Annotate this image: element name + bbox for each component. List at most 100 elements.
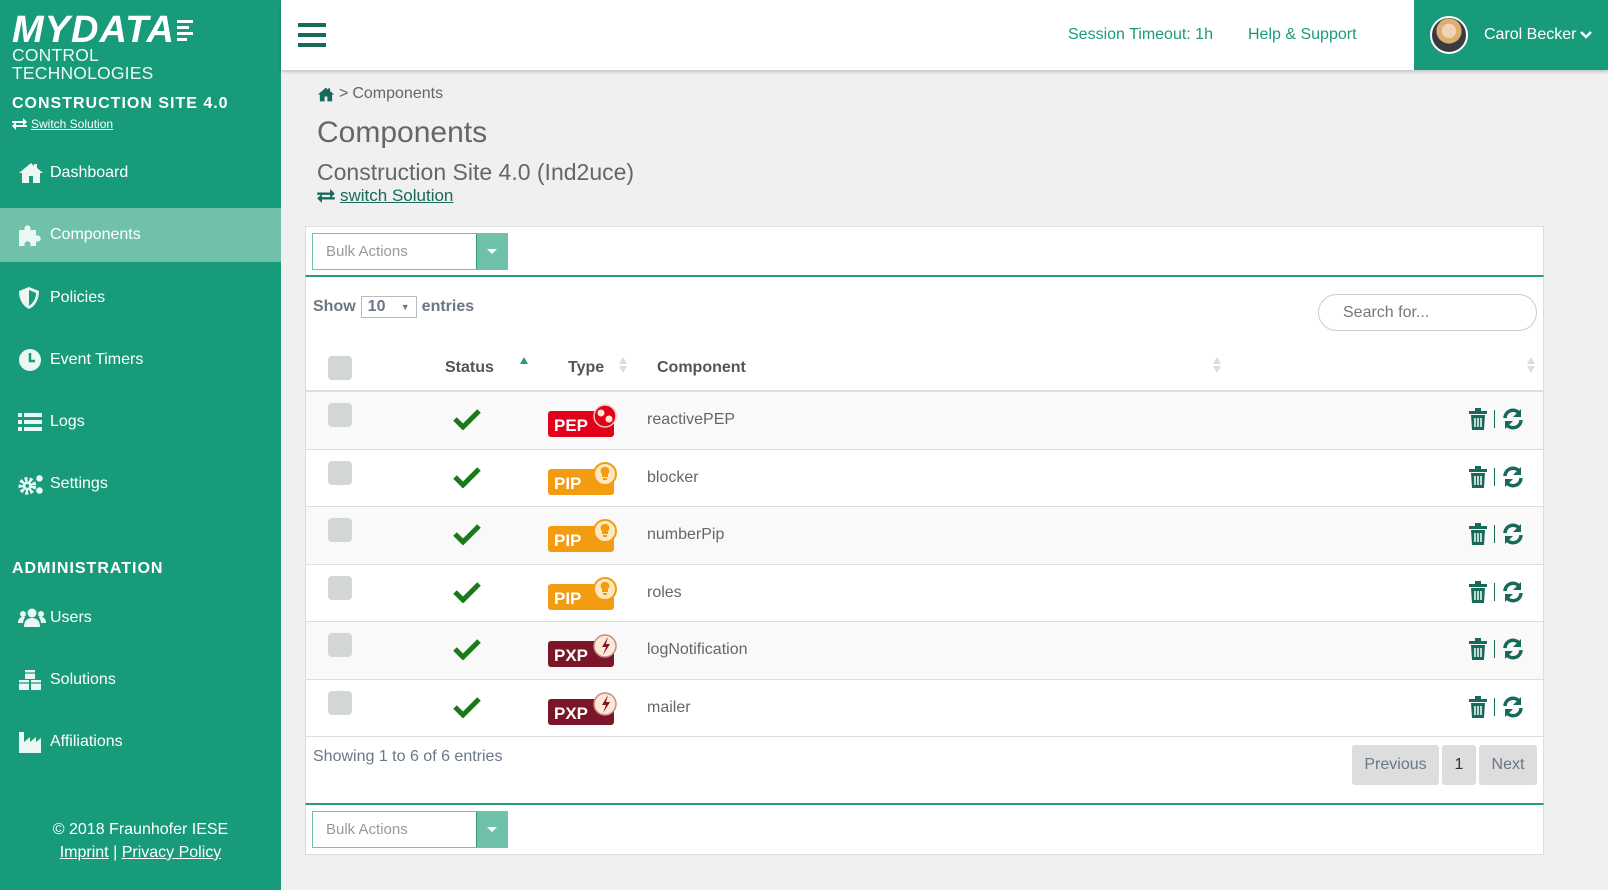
bulk-actions-panel-bottom: Bulk Actions [305,803,1544,855]
component-name[interactable]: roles [647,584,682,602]
sidebar-item-users[interactable]: Users [0,591,281,645]
sidebar-item-affiliations[interactable]: Affiliations [0,715,281,769]
component-name[interactable]: mailer [647,699,691,717]
switch-solution-main-link[interactable]: switch Solution [317,186,453,206]
row-checkbox[interactable] [328,518,352,542]
breadcrumb-current: Components [352,85,444,102]
top-header: Session Timeout: 1h Help & Support Carol… [281,0,1608,70]
table-row: PIP numberPip [306,507,1543,565]
menu-toggle-button[interactable] [298,23,326,47]
type-label: PEP [554,416,588,435]
column-header-type[interactable]: Type [568,359,604,377]
imprint-link[interactable]: Imprint [60,844,109,861]
puzzle-icon [18,223,46,247]
row-checkbox[interactable] [328,460,352,485]
help-support-link[interactable]: Help & Support [1248,26,1357,44]
privacy-policy-link[interactable]: Privacy Policy [122,844,222,861]
exchange-icon [12,118,27,130]
component-name[interactable]: logNotification [647,641,748,659]
sidebar-item-policies[interactable]: Policies [0,271,281,325]
page-1-button[interactable]: 1 [1442,745,1476,785]
trash-icon[interactable] [1468,695,1488,718]
gears-icon [18,472,46,496]
type-label: PIP [554,531,581,550]
shield-icon [18,286,46,310]
bulk-actions-select[interactable]: Bulk Actions [312,233,508,270]
list-icon [18,410,46,434]
column-header-component[interactable]: Component [657,359,746,377]
industry-icon [18,730,46,754]
next-page-button[interactable]: Next [1479,745,1537,785]
sort-icon[interactable] [1527,357,1535,373]
row-checkbox[interactable] [328,690,352,715]
component-name[interactable]: numberPip [647,526,724,544]
caret-down-icon[interactable] [476,812,507,847]
select-all-checkbox[interactable] [328,356,352,380]
search-input[interactable] [1318,294,1537,331]
type-label: PIP [554,589,581,608]
type-badge-pip-icon: PIP [548,519,617,552]
column-header-status[interactable]: Status [445,359,494,377]
sidebar-item-components[interactable]: Components [0,208,281,262]
trash-icon[interactable] [1468,638,1488,660]
refresh-icon[interactable] [1501,523,1525,545]
logo-stripes [176,19,193,41]
check-icon [453,639,481,660]
type-label: PXP [554,646,588,665]
sort-icon[interactable] [1213,357,1221,373]
refresh-icon[interactable] [1501,581,1525,603]
trash-icon[interactable] [1468,523,1488,545]
previous-page-button[interactable]: Previous [1352,745,1439,785]
logo[interactable]: MYDATA CONTROL TECHNOLOGIES [12,11,242,83]
trash-icon[interactable] [1468,580,1488,603]
sidebar-item-logs[interactable]: Logs [0,395,281,449]
sidebar-item-event-timers[interactable]: Event Timers [0,333,281,387]
sidebar-item-label: Solutions [50,671,116,688]
page-size-value: 10 [367,298,386,315]
type-badge-pep-icon: PEP [548,404,617,437]
table-row: PXP logNotification [306,622,1543,680]
refresh-icon[interactable] [1501,696,1525,718]
refresh-icon[interactable] [1501,638,1525,660]
component-name[interactable]: blocker [647,469,699,487]
bulk-actions-select[interactable]: Bulk Actions [312,811,508,848]
trash-icon[interactable] [1468,408,1488,430]
action-separator [1494,525,1495,543]
row-actions [1468,523,1525,545]
page-size-select[interactable]: 10 ▼ [360,296,417,318]
cubes-icon [18,668,46,692]
row-checkbox[interactable] [328,633,352,657]
trash-icon[interactable] [1468,465,1488,488]
users-icon [18,606,46,630]
table-row: PIP blocker [306,450,1543,507]
refresh-icon[interactable] [1501,408,1525,430]
sidebar-item-label: Dashboard [50,164,129,181]
refresh-icon[interactable] [1501,466,1525,488]
component-name[interactable]: reactivePEP [647,411,735,429]
table-row: PEP reactivePEP [306,392,1543,450]
row-checkbox[interactable] [328,575,352,600]
sidebar: MYDATA CONTROL TECHNOLOGIES CONSTRUCTION… [0,0,281,890]
action-separator [1494,640,1495,658]
user-menu[interactable]: Carol Becker [1414,0,1608,70]
sort-asc-icon[interactable] [520,357,528,373]
type-label: PXP [554,704,588,723]
home-icon[interactable] [317,87,335,102]
sidebar-item-settings[interactable]: Settings [0,457,281,511]
sidebar-item-label: Event Timers [50,351,144,368]
bulk-actions-label: Bulk Actions [326,821,408,838]
row-actions [1468,408,1525,430]
sidebar-item-dashboard[interactable]: Dashboard [0,146,281,200]
switch-solution-link[interactable]: Switch Solution [12,117,113,131]
logo-subtext: CONTROL TECHNOLOGIES [12,45,154,83]
row-checkbox[interactable] [328,403,352,427]
caret-down-icon[interactable] [476,234,507,269]
type-badge-pxp-icon: PXP [548,634,617,667]
row-actions [1468,465,1525,488]
row-actions [1468,695,1525,718]
copyright: © 2018 Fraunhofer IESE [52,821,229,838]
sidebar-item-solutions[interactable]: Solutions [0,653,281,707]
entries-label: entries [421,298,475,315]
table-header: Status Type Component [306,344,1543,392]
sort-icon[interactable] [619,357,627,373]
